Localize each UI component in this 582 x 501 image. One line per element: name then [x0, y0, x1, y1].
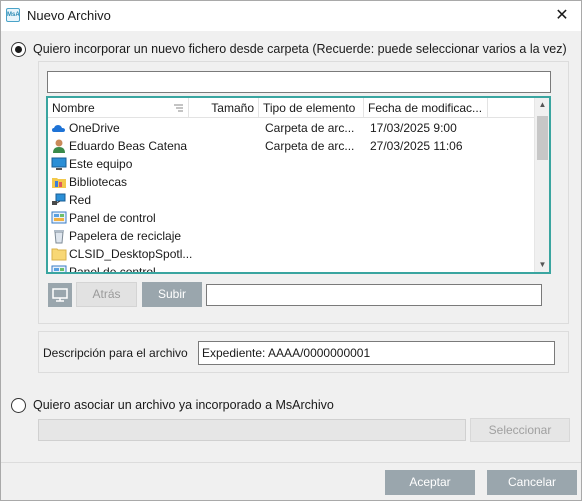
- scroll-thumb[interactable]: [537, 116, 548, 160]
- monitor-icon: [52, 288, 68, 302]
- app-icon-text: MsA: [7, 12, 20, 18]
- file-type: Carpeta de arc...: [265, 139, 355, 153]
- list-item[interactable]: Panel de control: [48, 209, 534, 227]
- description-input[interactable]: Expediente: AAAA/0000000001: [198, 341, 555, 365]
- control-panel-icon: [51, 211, 67, 224]
- close-icon[interactable]: ✕: [551, 5, 573, 27]
- select-button[interactable]: Seleccionar: [470, 418, 570, 442]
- file-name: Bibliotecas: [69, 175, 128, 189]
- file-name: Panel de control: [69, 265, 156, 274]
- column-fecha[interactable]: Fecha de modificac...: [364, 98, 488, 118]
- network-icon: [52, 193, 66, 205]
- libraries-icon: [52, 178, 66, 188]
- radio-folder-label[interactable]: Quiero incorporar un nuevo fichero desde…: [33, 42, 567, 56]
- radio-existing-option[interactable]: [11, 398, 26, 413]
- list-item[interactable]: Red: [48, 191, 534, 209]
- up-button[interactable]: Subir: [142, 282, 202, 307]
- list-item[interactable]: Bibliotecas: [48, 173, 534, 191]
- file-name: Papelera de reciclaje: [69, 229, 182, 243]
- file-name: OneDrive: [69, 121, 120, 135]
- back-button[interactable]: Atrás: [76, 282, 137, 307]
- radio-folder-option[interactable]: [11, 42, 26, 57]
- control-panel-icon: [51, 265, 67, 272]
- cancel-button[interactable]: Cancelar: [487, 470, 577, 495]
- radio-existing-label[interactable]: Quiero asociar un archivo ya incorporado…: [33, 398, 334, 412]
- desktop-button[interactable]: [48, 283, 72, 307]
- scroll-down-icon[interactable]: ▼: [535, 258, 549, 272]
- recycle-bin-icon: [54, 230, 64, 244]
- existing-file-input[interactable]: [38, 419, 466, 441]
- list-item[interactable]: OneDrive Carpeta de arc... 17/03/2025 9:…: [48, 119, 534, 137]
- file-date: 27/03/2025 11:06: [370, 139, 463, 153]
- file-list-rows: OneDrive Carpeta de arc... 17/03/2025 9:…: [48, 119, 534, 274]
- file-name: Eduardo Beas Catena: [69, 139, 188, 153]
- column-nombre[interactable]: Nombre: [48, 98, 189, 118]
- file-type: Carpeta de arc...: [265, 121, 355, 135]
- footer: Aceptar Cancelar: [1, 462, 581, 500]
- file-list-scrollbar[interactable]: ▲ ▼: [534, 98, 549, 272]
- column-tamano[interactable]: Tamaño: [189, 98, 259, 118]
- sort-icon: [174, 104, 183, 112]
- file-date: 17/03/2025 9:00: [370, 121, 457, 135]
- list-item[interactable]: Papelera de reciclaje: [48, 227, 534, 245]
- nuevo-archivo-dialog: MsA Nuevo Archivo ✕ Quiero incorporar un…: [0, 0, 582, 501]
- file-list[interactable]: Nombre Tamaño Tipo de elemento Fecha de …: [46, 96, 551, 274]
- list-item[interactable]: CLSID_DesktopSpotl...: [48, 245, 534, 263]
- file-name: CLSID_DesktopSpotl...: [69, 247, 193, 261]
- list-item[interactable]: Eduardo Beas Catena Carpeta de arc... 27…: [48, 137, 534, 155]
- file-name: Este equipo: [69, 157, 133, 171]
- scroll-up-icon[interactable]: ▲: [535, 98, 549, 112]
- accept-button[interactable]: Aceptar: [385, 470, 475, 495]
- file-name: Panel de control: [69, 211, 156, 225]
- list-item[interactable]: Panel de control: [48, 263, 534, 274]
- folder-path-input[interactable]: [47, 71, 551, 93]
- column-tipo[interactable]: Tipo de elemento: [259, 98, 364, 118]
- list-item[interactable]: Este equipo: [48, 155, 534, 173]
- file-name: Red: [69, 193, 92, 207]
- window-title: Nuevo Archivo: [27, 8, 111, 23]
- title-bar: MsA Nuevo Archivo ✕: [1, 1, 581, 31]
- current-path-input[interactable]: [206, 284, 542, 306]
- onedrive-cloud-icon: [52, 125, 65, 132]
- user-folder-icon: [53, 139, 65, 153]
- computer-icon: [51, 157, 67, 170]
- file-list-header: Nombre Tamaño Tipo de elemento Fecha de …: [48, 98, 534, 118]
- app-icon: MsA: [6, 8, 20, 22]
- description-label: Descripción para el archivo: [43, 346, 188, 360]
- folder-icon: [51, 248, 67, 261]
